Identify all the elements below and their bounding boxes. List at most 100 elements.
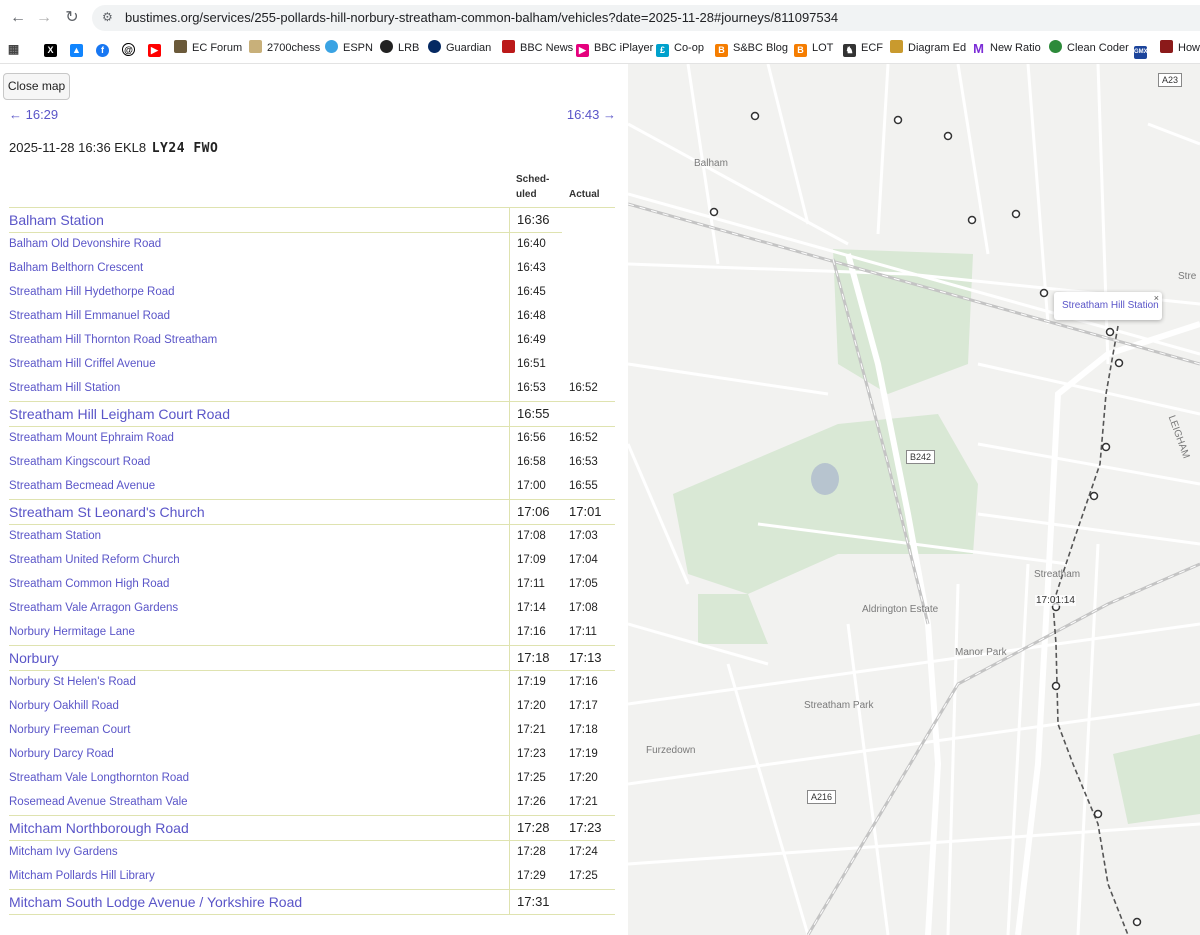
row-divider <box>9 401 615 402</box>
bookmark-2700chess[interactable]: 2700chess <box>249 39 320 57</box>
scheduled-time: 17:00 <box>517 480 546 492</box>
scheduled-time: 16:43 <box>517 262 546 274</box>
bluesky-icon[interactable]: ▲ <box>70 39 88 57</box>
actual-column-header: Actual <box>569 189 600 200</box>
scheduled-time: 17:09 <box>517 554 546 566</box>
bookmark-ecf[interactable]: ♞ ECF <box>843 39 883 57</box>
park-area-small <box>698 594 768 644</box>
x-icon[interactable]: X <box>44 39 62 57</box>
scheduled-time: 16:53 <box>517 382 546 394</box>
forward-arrow-icon[interactable]: → <box>34 8 54 28</box>
bookmark-new-ratio[interactable]: M New Ratio <box>972 39 1041 57</box>
stop-link[interactable]: Streatham Station <box>9 530 101 542</box>
previous-trip-link[interactable]: ← 16:29 <box>9 107 58 122</box>
bookmark-diagram-ed[interactable]: Diagram Ed <box>890 39 966 57</box>
stop-link[interactable]: Streatham United Reform Church <box>9 554 180 566</box>
row-divider <box>9 914 615 915</box>
scheduled-time: 16:49 <box>517 334 546 346</box>
stop-link[interactable]: Balham Station <box>9 212 104 228</box>
bookmark-sbc-blog[interactable]: B S&BC Blog <box>715 39 788 57</box>
stop-link[interactable]: Balham Belthorn Crescent <box>9 262 143 274</box>
stop-link[interactable]: Streatham Hill Station <box>9 382 120 394</box>
column-divider <box>509 767 510 791</box>
url-bar[interactable]: ⚙ bustimes.org/services/255-pollards-hil… <box>92 5 1200 31</box>
bookmark-clean-coder[interactable]: Clean Coder <box>1049 39 1129 57</box>
stop-link[interactable]: Norbury Darcy Road <box>9 748 114 760</box>
timetable-row: Streatham Station 17:08 17:03 <box>9 525 615 549</box>
stop-link[interactable]: Mitcham Pollards Hill Library <box>9 870 155 882</box>
bookmark-co-op[interactable]: £ Co-op <box>656 39 704 57</box>
row-divider <box>9 207 615 208</box>
stop-link[interactable]: Streatham Hill Thornton Road Streatham <box>9 334 217 346</box>
actual-time: 17:23 <box>569 820 602 835</box>
actual-time: 17:03 <box>569 530 598 542</box>
bookmark-espn[interactable]: ESPN <box>325 39 373 57</box>
stop-link[interactable]: Streatham Hill Emmanuel Road <box>9 310 170 322</box>
close-map-button[interactable]: Close map <box>3 73 70 100</box>
column-divider <box>509 207 510 233</box>
route-map[interactable]: Balham Streatham Aldrington Estate Manor… <box>628 64 1200 935</box>
stop-link[interactable]: Streatham Hill Leigham Court Road <box>9 406 230 422</box>
stop-link[interactable]: Streatham St Leonard's Church <box>9 504 205 520</box>
stop-link[interactable]: Norbury Oakhill Road <box>9 700 119 712</box>
scheduled-time: 17:19 <box>517 676 546 688</box>
stop-link[interactable]: Streatham Hill Criffel Avenue <box>9 358 156 370</box>
actual-time: 17:18 <box>569 724 598 736</box>
next-trip-link[interactable]: 16:43 → <box>567 107 616 122</box>
reload-icon[interactable]: ↻ <box>62 8 82 28</box>
stop-link[interactable]: Norbury St Helen's Road <box>9 676 136 688</box>
actual-time: 17:20 <box>569 772 598 784</box>
timetable-row: Balham Old Devonshire Road 16:40 <box>9 233 615 257</box>
stop-link[interactable]: Streatham Common High Road <box>9 578 169 590</box>
stop-link[interactable]: Streatham Vale Arragon Gardens <box>9 602 178 614</box>
actual-time: 16:53 <box>569 456 598 468</box>
scheduled-time: 17:28 <box>517 846 546 858</box>
bookmark-bbc-iplayer[interactable]: ▶ BBC iPlayer <box>576 39 653 57</box>
timetable-row: Balham Belthorn Crescent 16:43 <box>9 257 615 281</box>
stop-link[interactable]: Norbury Freeman Court <box>9 724 130 736</box>
timetable-row: Mitcham Pollards Hill Library 17:29 17:25 <box>9 865 615 889</box>
bookmark-guardian[interactable]: Guardian <box>428 39 491 57</box>
road-shield-a23: A23 <box>1158 73 1183 87</box>
stop-link[interactable]: Streatham Becmead Avenue <box>9 480 155 492</box>
scheduled-time: 17:20 <box>517 700 546 712</box>
column-divider <box>509 743 510 767</box>
stop-link[interactable]: Streatham Vale Longthornton Road <box>9 772 189 784</box>
row-divider <box>9 815 615 816</box>
bookmark-gmx[interactable]: GMX <box>1134 39 1152 59</box>
timetable-row: Streatham Mount Ephraim Road 16:56 16:52 <box>9 427 615 451</box>
bookmark-how[interactable]: How <box>1160 39 1200 57</box>
bookmark-lot[interactable]: B LOT <box>794 39 833 57</box>
stop-link[interactable]: Rosemead Avenue Streatham Vale <box>9 796 188 808</box>
stop-link[interactable]: Norbury Hermitage Lane <box>9 626 135 638</box>
bookmarks-bar: ▦ X ▲ f @ ▶ EC Forum 2700chess ESPN LRB … <box>0 36 1200 60</box>
stop-link[interactable]: Mitcham Ivy Gardens <box>9 846 118 858</box>
column-divider <box>509 573 510 597</box>
stop-link[interactable]: Balham Old Devonshire Road <box>9 238 161 250</box>
stop-link[interactable]: Norbury <box>9 650 59 666</box>
timetable-row: Norbury Hermitage Lane 17:16 17:11 <box>9 621 615 645</box>
timetable-row: Streatham Becmead Avenue 17:00 16:55 <box>9 475 615 499</box>
facebook-icon[interactable]: f <box>96 39 114 57</box>
popup-stop-link[interactable]: Streatham Hill Station <box>1062 300 1159 311</box>
browser-chrome: ← → ↻ ⚙ bustimes.org/services/255-pollar… <box>0 0 1200 64</box>
popup-close-icon[interactable]: × <box>1154 293 1159 303</box>
stop-link[interactable]: Streatham Kingscourt Road <box>9 456 150 468</box>
site-settings-icon[interactable]: ⚙ <box>102 10 113 24</box>
apps-grid-icon[interactable]: ▦ <box>7 39 25 57</box>
stop-link[interactable]: Mitcham South Lodge Avenue / Yorkshire R… <box>9 894 302 910</box>
back-arrow-icon[interactable]: ← <box>8 8 28 28</box>
column-divider <box>509 671 510 695</box>
stop-link[interactable]: Streatham Mount Ephraim Road <box>9 432 174 444</box>
threads-icon[interactable]: @ <box>122 39 140 57</box>
timetable-row: Streatham Vale Longthornton Road 17:25 17:… <box>9 767 615 791</box>
timetable-row-major: Streatham Hill Leigham Court Road 16:55 <box>9 401 615 427</box>
youtube-icon[interactable]: ▶ <box>148 39 166 57</box>
bookmark-lrb[interactable]: LRB <box>380 39 419 57</box>
bookmark-ec-forum[interactable]: EC Forum <box>174 39 242 57</box>
url-text: bustimes.org/services/255-pollards-hill-… <box>125 10 839 25</box>
scheduled-time: 16:55 <box>517 406 550 421</box>
stop-link[interactable]: Streatham Hill Hydethorpe Road <box>9 286 175 298</box>
stop-link[interactable]: Mitcham Northborough Road <box>9 820 189 836</box>
bookmark-bbc-news[interactable]: BBC News <box>502 39 573 57</box>
